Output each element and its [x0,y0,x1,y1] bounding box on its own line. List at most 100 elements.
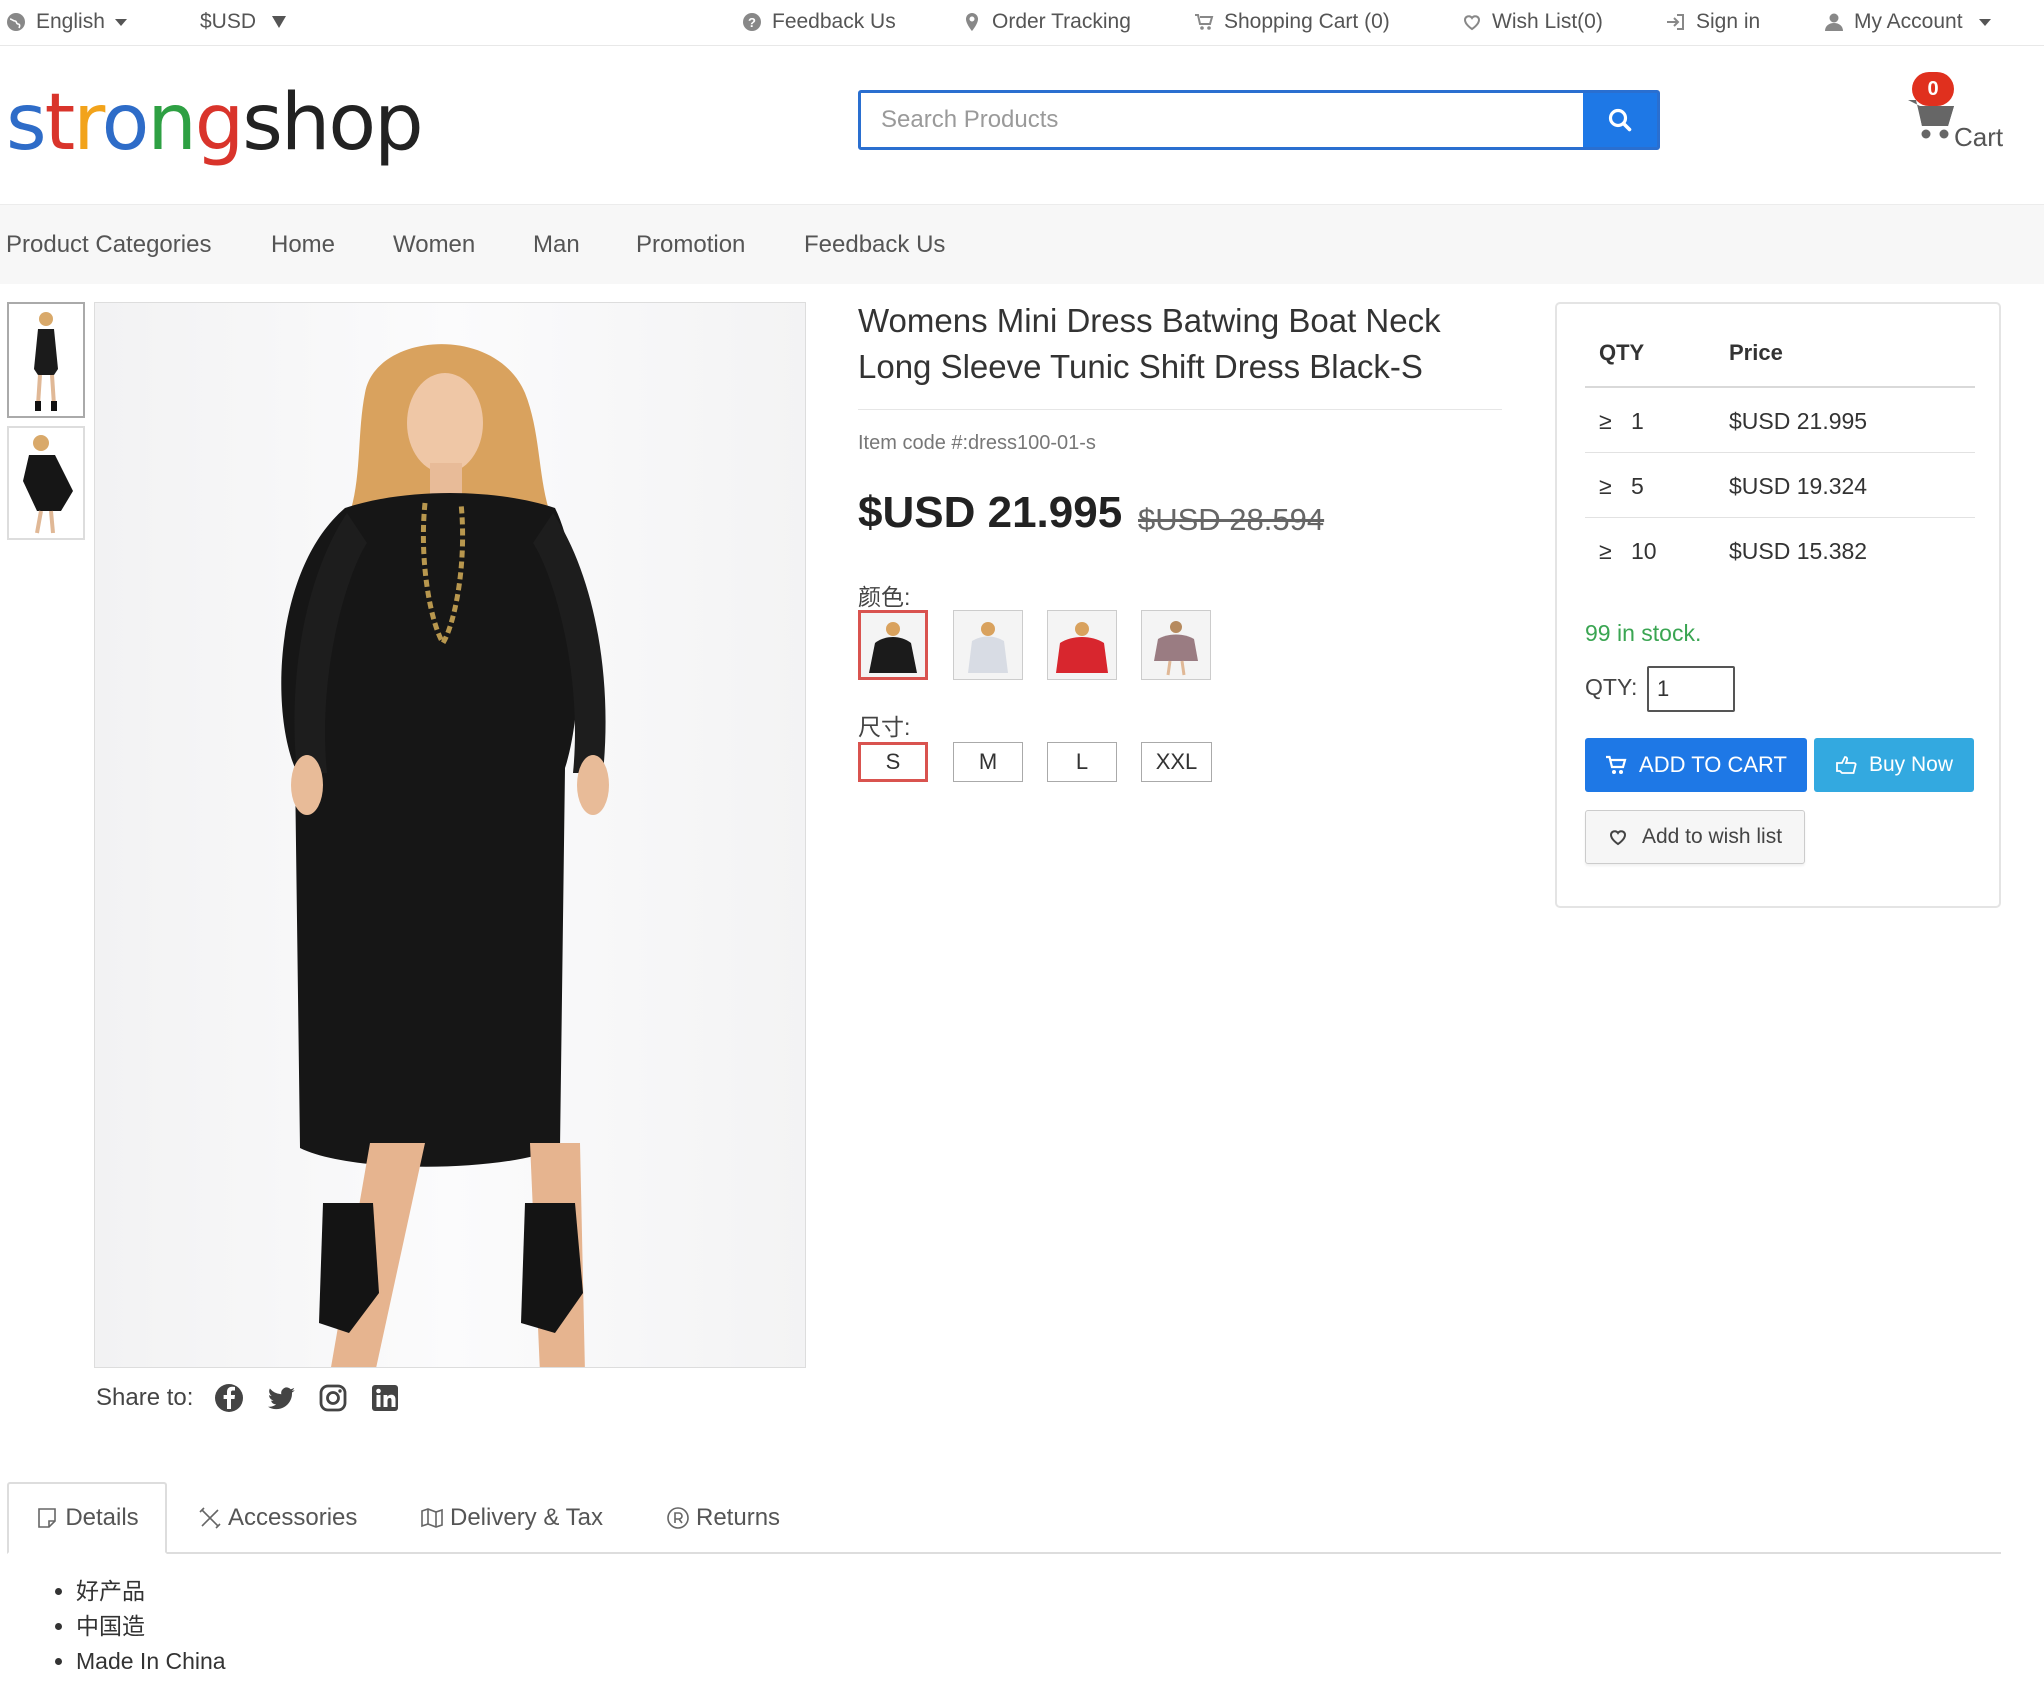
svg-text:?: ? [748,15,756,30]
logo-letter: r [73,78,103,168]
size-option-s[interactable]: S [858,742,928,782]
tab-accessories[interactable]: Accessories [198,1482,357,1554]
heart-icon [1463,15,1481,31]
tier-qty: 10 [1631,538,1657,564]
nav-item-home[interactable]: Home [271,205,335,285]
original-price: $USD 28.594 [1138,502,1325,537]
size-option-m[interactable]: M [953,742,1023,782]
buy-now-button[interactable]: Buy Now [1814,738,1974,792]
color-label: 颜色: [858,584,911,610]
cart-icon [1606,755,1627,774]
main-product-image[interactable] [94,302,806,1368]
user-icon [1825,13,1843,31]
tier-qty: 5 [1631,473,1644,499]
shopping-cart-link[interactable]: Shopping Cart (0) [1194,0,1390,44]
swatch-image [1154,621,1198,676]
size-option-l[interactable]: L [1047,742,1117,782]
product-photo [281,344,609,1367]
tier-price: $USD 19.324 [1729,473,1868,499]
thumbnail-1[interactable] [7,302,85,418]
thumbnail-2[interactable] [7,426,85,540]
linkedin-icon[interactable] [369,1382,401,1414]
map-icon [421,1508,443,1528]
feedback-link[interactable]: ? Feedback Us [742,0,896,44]
order-tracking-link[interactable]: Order Tracking [962,0,1131,44]
instagram-icon[interactable] [317,1382,349,1414]
purchase-panel: QTY Price ≥ 1 $USD 21.995 ≥ 5 $USD 19.32… [1555,302,2001,908]
logo-letter: o [328,78,376,168]
add-to-wish-list-label: Add to wish list [1641,825,1783,848]
wish-list-link[interactable]: Wish List(0) [1462,0,1603,44]
color-swatch-black[interactable] [858,610,928,680]
tier-symbol: ≥ [1599,538,1612,564]
help-icon: ? [743,13,761,31]
search-button[interactable] [1583,93,1657,147]
tab-returns[interactable]: Returns [666,1482,780,1554]
add-to-cart-label: ADD TO CART [1639,752,1787,777]
tab-returns-label: Returns [696,1504,781,1531]
nav-item-promotion[interactable]: Promotion [636,205,745,285]
currency-selector[interactable]: $USD [200,0,287,44]
item-code: Item code #:dress100-01-s [858,432,1096,454]
twitter-icon[interactable] [265,1382,297,1414]
chevron-down-icon [1978,18,1991,26]
logo-letter: p [374,78,423,168]
tab-delivery-tax-label: Delivery & Tax [450,1504,603,1531]
buy-now-label: Buy Now [1868,753,1954,776]
tab-details[interactable]: Details [7,1482,167,1554]
my-account-menu[interactable]: My Account [1824,0,1991,44]
add-to-wish-list-button[interactable]: Add to wish list [1585,810,1805,864]
swatch-image [869,622,917,673]
size-label: 尺寸: [858,714,911,740]
cart-icon [1195,14,1214,30]
details-list: 好产品 中国造 Made In China [48,1574,226,1679]
stock-status: 99 in stock. [1585,620,1702,646]
logo-letter: g [194,78,244,168]
title-divider [858,409,1502,410]
document-icon [38,1508,57,1528]
site-logo[interactable]: strongshop [6,78,424,168]
quantity-input[interactable] [1647,666,1735,712]
table-row-divider [1585,452,1975,453]
color-swatch-red[interactable] [1047,610,1117,680]
search-input[interactable] [861,93,1583,147]
product-title: Womens Mini Dress Batwing Boat Neck Long… [858,302,1441,385]
feedback-label: Feedback Us [772,10,896,33]
sign-in-link[interactable]: Sign in [1666,0,1760,44]
nav-item-product-categories[interactable]: Product Categories [6,205,211,285]
qty-label: QTY: [1585,674,1638,700]
logo-letter: o [101,78,150,168]
shopping-cart-label: Shopping Cart (0) [1224,10,1390,33]
nav-item-feedback[interactable]: Feedback Us [804,205,945,285]
search-icon [1608,108,1632,132]
tab-details-label: Details [65,1504,139,1531]
color-swatch-white[interactable] [953,610,1023,680]
chevron-down-icon [272,16,287,28]
logo-letter: h [280,78,330,168]
tools-icon [199,1507,221,1529]
table-header-divider [1585,386,1975,388]
language-selector[interactable]: English [6,0,127,44]
cart-count-badge: 0 [1912,72,1954,106]
cart-label: Cart [1954,122,2004,152]
color-swatch-mauve[interactable] [1141,610,1211,680]
list-item: 好产品 [76,1574,226,1609]
size-option-xxl[interactable]: XXL [1141,742,1212,782]
header-cart[interactable]: 0 Cart [1906,72,2016,162]
tab-delivery-tax[interactable]: Delivery & Tax [420,1482,603,1554]
top-bar: English $USD ? Feedback Us Order Trackin… [0,0,2044,46]
order-tracking-label: Order Tracking [992,10,1131,33]
nav-item-man[interactable]: Man [533,205,580,285]
list-item: 中国造 [76,1609,226,1644]
nav-item-women[interactable]: Women [393,205,475,285]
wish-list-label: Wish List(0) [1492,10,1603,33]
price-column-header: Price [1729,340,1783,365]
qty-column-header: QTY [1599,340,1645,365]
hand-pointer-icon [1836,756,1857,774]
share-bar: Share to: [96,1378,401,1418]
language-label: English [36,10,105,33]
add-to-cart-button[interactable]: ADD TO CART [1585,738,1807,792]
facebook-icon[interactable] [213,1382,245,1414]
logo-letter: t [44,78,76,168]
current-price: $USD 21.995 [858,488,1123,537]
